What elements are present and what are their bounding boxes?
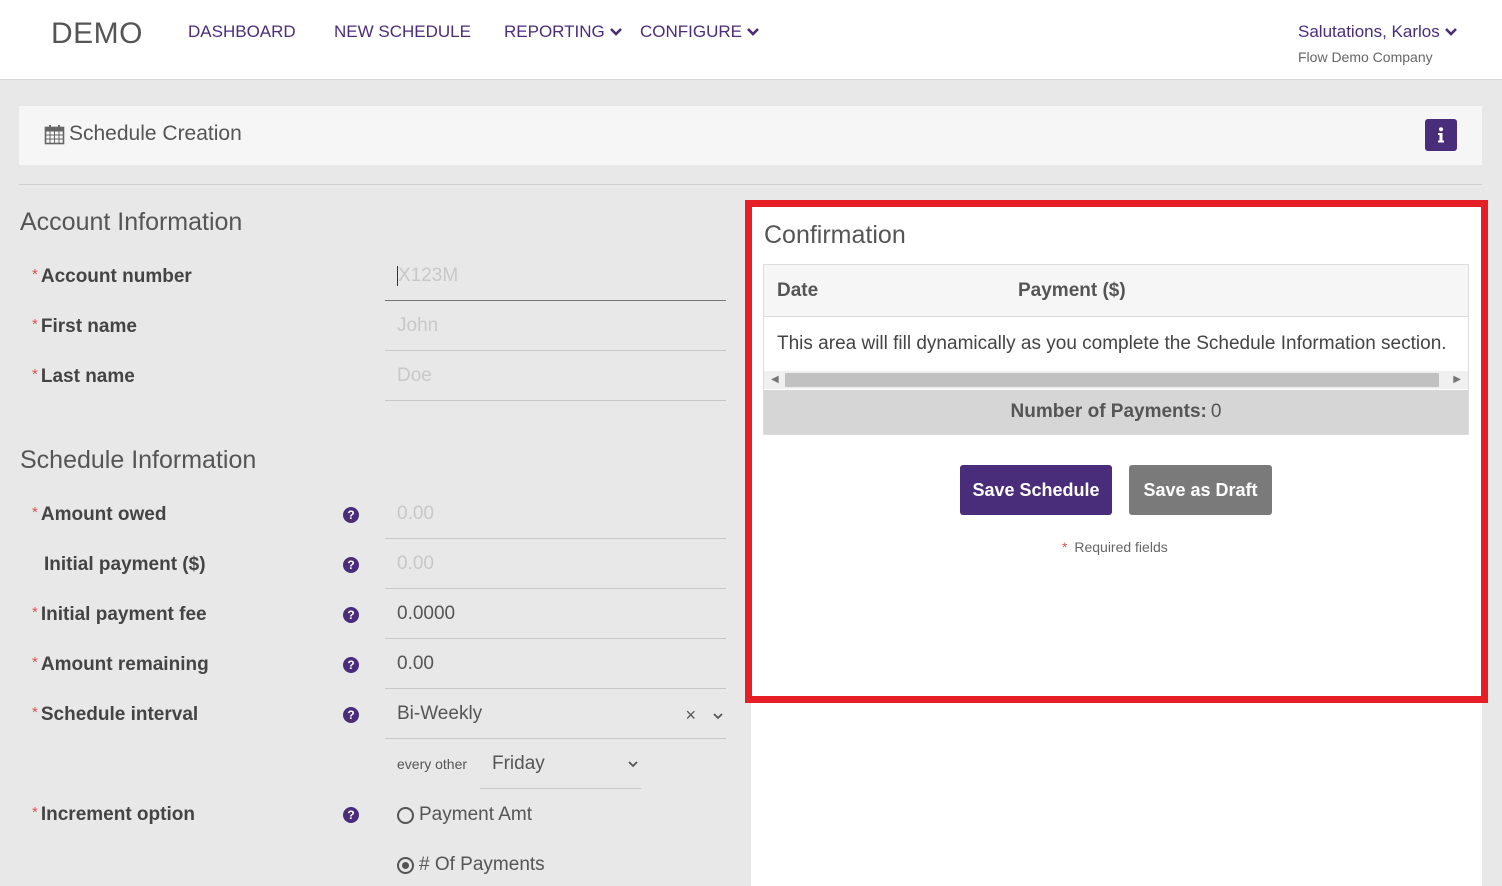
chevron-down-icon [609, 28, 622, 36]
required-marker: * [32, 316, 38, 333]
initial-fee-input[interactable]: 0.0000 [385, 589, 726, 639]
help-icon[interactable]: ? [343, 657, 359, 673]
header-divider [19, 184, 1482, 185]
nav-new-schedule[interactable]: NEW SCHEDULE [334, 22, 471, 42]
radio-num-payments[interactable]: # Of Payments [397, 854, 545, 876]
initial-payment-input[interactable]: 0.00 [385, 539, 726, 589]
chevron-down-icon [1444, 28, 1457, 36]
schedule-section-title: Schedule Information [20, 446, 257, 474]
initial-payment-label: Initial payment ($) [44, 554, 206, 575]
every-other-label: every other [397, 756, 468, 772]
nav-configure-label: CONFIGURE [640, 22, 742, 41]
brand-logo[interactable]: DEMO [51, 17, 143, 51]
required-marker: * [32, 366, 38, 383]
amount-owed-input[interactable]: 0.00 [385, 489, 726, 539]
nav-dashboard-label: DASHBOARD [188, 22, 296, 41]
required-marker: * [32, 504, 38, 521]
day-of-week-select[interactable]: Friday [480, 740, 641, 789]
first-name-input[interactable]: John [385, 301, 726, 351]
help-icon[interactable]: ? [343, 807, 359, 823]
increment-option-label: * Increment option [32, 804, 195, 825]
help-icon[interactable]: ? [343, 707, 359, 723]
radio-payment-amt[interactable]: Payment Amt [397, 804, 532, 826]
clear-icon[interactable]: × [685, 705, 696, 726]
user-greeting: Salutations, Karlos [1298, 22, 1440, 41]
first-name-label: * First name [32, 316, 137, 337]
help-icon[interactable]: ? [343, 507, 359, 523]
account-number-input[interactable]: X123M [385, 251, 726, 301]
user-menu[interactable]: Salutations, Karlos [1298, 22, 1458, 42]
chevron-down-icon [628, 761, 638, 768]
nav-reporting[interactable]: REPORTING [504, 22, 623, 42]
chevron-down-icon[interactable] [712, 710, 724, 722]
radio-unchecked-icon [397, 806, 414, 824]
nav-reporting-label: REPORTING [504, 22, 605, 41]
schedule-interval-label: * Schedule interval [32, 704, 199, 725]
account-number-label: * Account number [32, 266, 192, 287]
amount-remaining-input: 0.00 [385, 639, 726, 689]
help-icon[interactable]: ? [343, 607, 359, 623]
radio-checked-icon [397, 856, 414, 874]
last-name-label: * Last name [32, 366, 135, 387]
help-icon[interactable]: ? [343, 557, 359, 573]
chevron-down-icon [747, 28, 759, 36]
nav-dashboard[interactable]: DASHBOARD [188, 22, 296, 42]
company-name: Flow Demo Company [1298, 49, 1433, 65]
required-marker: * [32, 804, 38, 821]
nav-new-schedule-label: NEW SCHEDULE [334, 22, 471, 41]
calendar-icon [44, 124, 65, 144]
page-title: Schedule Creation [44, 122, 242, 146]
select-controls: × [685, 705, 724, 726]
info-button[interactable] [1425, 119, 1457, 151]
nav-configure[interactable]: CONFIGURE [640, 22, 760, 42]
initial-fee-label: * Initial payment fee [32, 604, 207, 625]
amount-owed-label: * Amount owed [32, 504, 167, 525]
page-title-text: Schedule Creation [69, 122, 242, 145]
highlight-frame [745, 200, 1488, 703]
required-marker: * [32, 654, 38, 671]
account-section-title: Account Information [20, 208, 243, 236]
required-marker: * [32, 604, 38, 621]
required-marker: * [32, 266, 38, 283]
amount-remaining-label: * Amount remaining [32, 654, 209, 675]
page-header: Schedule Creation [19, 106, 1482, 165]
schedule-interval-select[interactable]: Bi-Weekly × [385, 689, 726, 739]
navbar: DEMO DASHBOARD NEW SCHEDULE REPORTING CO… [0, 0, 1502, 80]
required-marker: * [32, 704, 38, 721]
info-icon [1438, 127, 1444, 143]
last-name-input[interactable]: Doe [385, 351, 726, 401]
